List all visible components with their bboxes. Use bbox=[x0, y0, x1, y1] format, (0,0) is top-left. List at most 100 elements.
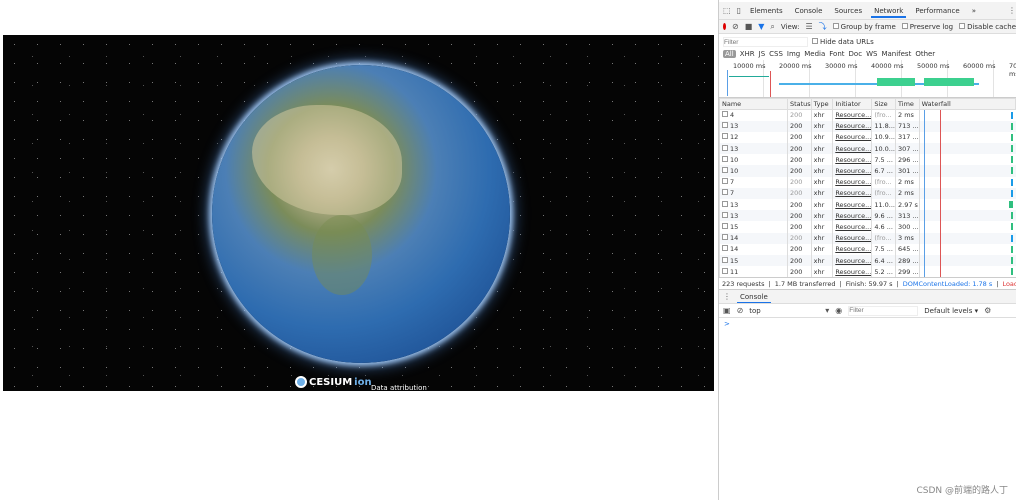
cell-text: 200 bbox=[789, 189, 803, 198]
context-dropdown-icon[interactable]: ▾ bbox=[825, 306, 829, 315]
cell-initiator: Resource... bbox=[832, 154, 872, 166]
cell-text[interactable]: Resource... bbox=[835, 245, 871, 253]
cell-waterfall bbox=[918, 266, 1016, 278]
logo-text: CESIUM bbox=[309, 376, 353, 388]
drawer-tab-console[interactable]: Console bbox=[737, 290, 771, 304]
cell-text[interactable]: Resource... bbox=[835, 223, 871, 231]
column-header-type[interactable]: Type bbox=[810, 98, 834, 110]
request-row[interactable]: 11 200 xhr Resource... 5.2 ... 299 ... bbox=[719, 266, 1016, 278]
cell-text[interactable]: Resource... bbox=[835, 268, 871, 276]
waterfall-icon[interactable]: ⤵ bbox=[819, 21, 827, 32]
cell-text[interactable]: Resource... bbox=[835, 212, 871, 220]
type-filter-js[interactable]: JS bbox=[759, 50, 766, 58]
clear-icon[interactable]: ⊘ bbox=[732, 22, 739, 31]
request-row[interactable]: 10 200 xhr Resource... 6.7 ... 301 ... bbox=[719, 165, 1016, 177]
inspect-icon[interactable]: ⬚ bbox=[723, 6, 731, 15]
column-header-status[interactable]: Status bbox=[786, 98, 812, 110]
waterfall-bar bbox=[1010, 234, 1013, 242]
tab-console[interactable]: Console bbox=[792, 4, 826, 18]
hide-data-urls-checkbox[interactable]: Hide data URLs bbox=[812, 38, 874, 46]
request-row[interactable]: 4 200 xhr Resource... (fro... 2 ms bbox=[719, 109, 1016, 121]
file-icon bbox=[722, 245, 728, 252]
type-filter-img[interactable]: Img bbox=[787, 50, 800, 58]
cell-text: 11.8... bbox=[874, 122, 895, 131]
console-filter-input[interactable] bbox=[848, 305, 919, 316]
preserve-log-checkbox[interactable]: Preserve log bbox=[901, 22, 953, 31]
cell-text[interactable]: Resource... bbox=[835, 189, 871, 197]
cell-text[interactable]: Resource... bbox=[835, 178, 871, 186]
menu-icon[interactable]: ⋮ bbox=[1008, 6, 1016, 15]
cell-initiator: Resource... bbox=[832, 131, 872, 144]
search-icon[interactable]: ⌕ bbox=[770, 22, 774, 32]
cell-text[interactable]: Resource... bbox=[835, 156, 871, 164]
more-tabs-button[interactable]: » bbox=[969, 4, 979, 18]
console-prompt[interactable]: > bbox=[719, 318, 1016, 330]
cell-text[interactable]: Resource... bbox=[835, 122, 871, 130]
request-row[interactable]: 15 200 xhr Resource... 4.6 ... 300 ... bbox=[719, 221, 1016, 233]
request-row[interactable]: 14 200 xhr Resource... 7.5 ... 645 ... bbox=[719, 243, 1016, 255]
network-summary: 223 requests | 1.7 MB transferred | Finish… bbox=[719, 277, 1016, 291]
default-levels-dropdown[interactable]: Default levels ▾ bbox=[924, 307, 978, 315]
type-filter-doc[interactable]: Doc bbox=[849, 50, 863, 58]
cell-text: 10.0... bbox=[874, 144, 895, 153]
request-row[interactable]: 7 200 xhr Resource... (fro... 2 ms bbox=[719, 176, 1016, 188]
type-filter-other[interactable]: Other bbox=[915, 50, 935, 58]
request-row[interactable]: 10 200 xhr Resource... 7.5 ... 296 ... bbox=[719, 154, 1016, 166]
request-row[interactable]: 12 200 xhr Resource... 10.9... 317 ... bbox=[719, 131, 1016, 144]
tab-sources[interactable]: Sources bbox=[831, 4, 865, 18]
request-row[interactable]: 13 200 xhr Resource... 9.6 ... 313 ... bbox=[719, 210, 1016, 222]
cell-text: 10 bbox=[730, 155, 739, 164]
cell-text[interactable]: Resource... bbox=[835, 133, 871, 141]
column-header-time[interactable]: Time bbox=[895, 98, 920, 110]
type-filter-xhr[interactable]: XHR bbox=[740, 50, 755, 58]
large-rows-icon[interactable]: ☰ bbox=[805, 22, 812, 31]
disable-cache-checkbox[interactable]: Disable cache bbox=[959, 22, 1016, 31]
cesium-viewer[interactable]: CESIUM ion Data attribution bbox=[3, 35, 714, 392]
cell-text[interactable]: Resource... bbox=[835, 234, 871, 242]
request-row[interactable]: 15 200 xhr Resource... 6.4 ... 289 ... bbox=[719, 254, 1016, 267]
eye-icon[interactable]: ◉ bbox=[835, 306, 842, 315]
context-select[interactable]: top bbox=[749, 307, 819, 315]
record-icon[interactable] bbox=[723, 23, 726, 30]
tab-performance[interactable]: Performance bbox=[912, 4, 962, 18]
type-filter-font[interactable]: Font bbox=[829, 50, 844, 58]
type-filter-css[interactable]: CSS bbox=[769, 50, 783, 58]
drawer-menu-icon[interactable]: ⋮ bbox=[723, 292, 731, 301]
tab-network[interactable]: Network bbox=[871, 4, 907, 18]
cell-text[interactable]: Resource... bbox=[835, 257, 871, 265]
tab-elements[interactable]: Elements bbox=[747, 4, 786, 18]
cell-text: 2.97 s bbox=[898, 200, 918, 209]
filter-icon[interactable]: ▼ bbox=[758, 22, 764, 31]
settings-icon[interactable]: ⚙ bbox=[984, 306, 991, 315]
camera-icon[interactable]: ■ bbox=[745, 22, 753, 31]
filter-input[interactable] bbox=[723, 37, 808, 47]
column-header-size[interactable]: Size bbox=[871, 98, 896, 110]
request-row[interactable]: 13 200 xhr Resource... 11.0... 2.97 s bbox=[719, 199, 1016, 211]
cesium-ion-logo[interactable]: CESIUM ion bbox=[295, 376, 372, 388]
group-by-frame-checkbox[interactable]: Group by frame bbox=[832, 22, 896, 31]
globe[interactable] bbox=[212, 65, 510, 363]
cell-text[interactable]: Resource... bbox=[835, 167, 871, 175]
data-attribution-link[interactable]: Data attribution bbox=[371, 384, 427, 392]
request-row[interactable]: 7 200 xhr Resource... (fro... 2 ms bbox=[719, 187, 1016, 199]
type-filter-media[interactable]: Media bbox=[804, 50, 825, 58]
request-row[interactable]: 14 200 xhr Resource... (fro... 3 ms bbox=[719, 232, 1016, 244]
type-filter-ws[interactable]: WS bbox=[866, 50, 877, 58]
cell-waterfall bbox=[918, 199, 1016, 211]
cell-initiator: Resource... bbox=[832, 199, 872, 211]
column-header-waterfall[interactable]: Waterfall bbox=[918, 98, 1016, 110]
column-header-name[interactable]: Name bbox=[719, 98, 788, 110]
cell-text[interactable]: Resource... bbox=[835, 201, 871, 209]
request-row[interactable]: 13 200 xhr Resource... 10.0... 307 ... bbox=[719, 143, 1016, 155]
console-clear-icon[interactable]: ⊘ bbox=[737, 306, 744, 315]
sidebar-toggle-icon[interactable]: ▣ bbox=[723, 306, 731, 315]
column-header-initiator[interactable]: Initiator bbox=[832, 98, 873, 110]
waterfall-bar bbox=[1010, 245, 1013, 253]
request-row[interactable]: 13 200 xhr Resource... 11.8... 713 ... bbox=[719, 120, 1016, 132]
cell-text[interactable]: Resource... bbox=[835, 145, 871, 153]
type-filter-manifest[interactable]: Manifest bbox=[881, 50, 911, 58]
cell-text[interactable]: Resource... bbox=[835, 111, 871, 119]
cell-text: 11 bbox=[730, 267, 739, 276]
type-filter-all[interactable]: All bbox=[723, 50, 736, 58]
device-toolbar-icon[interactable]: ▯ bbox=[737, 6, 741, 15]
